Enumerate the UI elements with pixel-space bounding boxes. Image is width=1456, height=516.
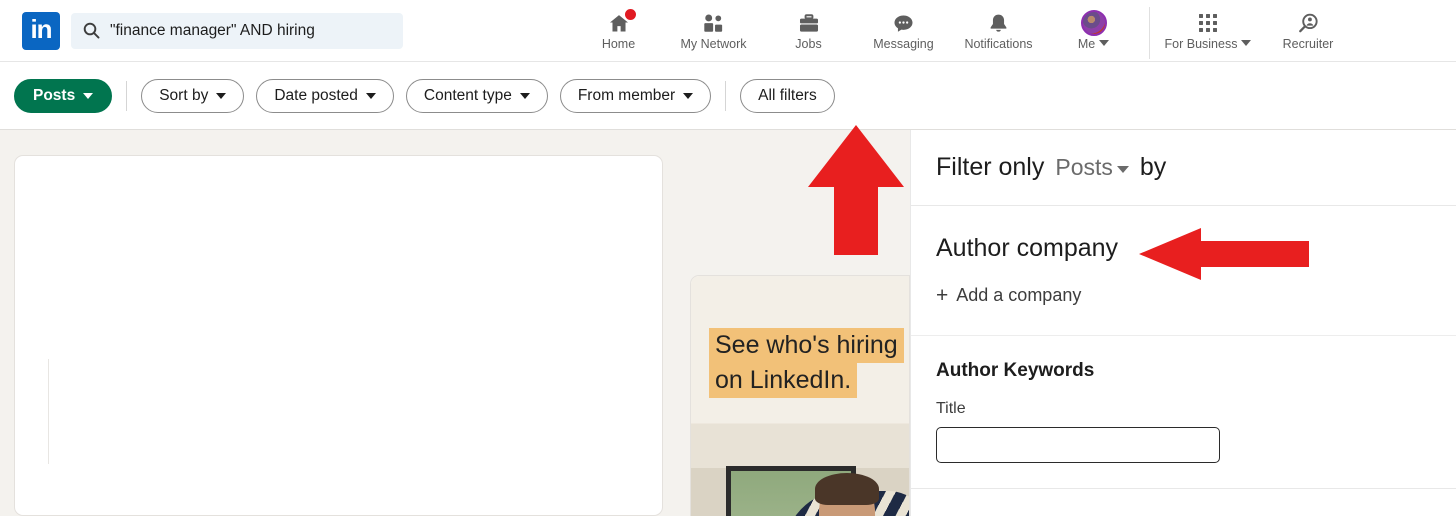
all-filters-panel: Filter only Posts by Author company + Ad… — [910, 130, 1456, 516]
nav-item-label: Home — [601, 37, 636, 51]
section-author-keywords: Author Keywords Title — [911, 336, 1456, 463]
nav-item-label: My Network — [680, 37, 747, 51]
promo-card[interactable]: See who's hiring on LinkedIn. — [690, 275, 910, 516]
nav-item-label: Jobs — [795, 37, 822, 51]
pill-divider — [725, 80, 727, 111]
nav-divider — [1149, 7, 1150, 59]
title-field-label: Title — [936, 400, 966, 417]
filter-pill-all-filters[interactable]: All filters — [740, 78, 835, 113]
search-icon — [83, 22, 100, 39]
feed-thread-line — [48, 359, 49, 464]
search-box[interactable] — [71, 12, 403, 49]
panel-header-suffix: by — [1139, 153, 1167, 181]
chevron-down-icon — [1241, 40, 1252, 46]
filter-pill-bar: Posts Sort by Date posted Content type F… — [0, 62, 1456, 130]
pill-divider — [126, 80, 128, 111]
linkedin-logo[interactable]: in — [22, 11, 60, 50]
search-input[interactable] — [110, 21, 391, 40]
nav-item-notifications[interactable]: Notifications — [951, 0, 1046, 62]
panel-bottom-divider — [911, 488, 1456, 489]
filter-pill-label: From member — [577, 86, 676, 104]
grid-apps-icon — [1197, 10, 1219, 36]
nav-item-me-label: Me — [1077, 37, 1096, 51]
chevron-down-icon — [519, 92, 530, 99]
filter-pill-from-member[interactable]: From member — [559, 78, 712, 113]
home-icon — [607, 7, 638, 36]
filter-pill-sort-by[interactable]: Sort by — [141, 78, 245, 113]
plus-icon: + — [936, 284, 949, 307]
nav-item-my-network[interactable]: My Network — [666, 0, 761, 62]
nav-item-recruiter[interactable]: Recruiter — [1258, 0, 1358, 62]
avatar — [1080, 10, 1107, 36]
chevron-down-icon — [1116, 166, 1129, 173]
nav-item-home[interactable]: Home — [571, 0, 666, 62]
filter-pill-label: All filters — [758, 86, 817, 104]
section-author-company: Author company + Add a company — [911, 206, 1456, 336]
panel-header-prefix: Filter only — [936, 153, 1045, 181]
author-keywords-title: Author Keywords — [936, 360, 1095, 381]
briefcase-icon — [797, 10, 821, 36]
nav-item-label: Messaging — [873, 37, 934, 51]
message-bubble-icon — [891, 10, 916, 36]
panel-header: Filter only Posts by — [911, 130, 1456, 206]
nav-item-for-business[interactable]: For Business — [1158, 0, 1258, 62]
title-input[interactable] — [936, 427, 1220, 463]
nav-item-label: Me — [1077, 37, 1110, 51]
panel-type-dropdown[interactable]: Posts — [1055, 154, 1129, 181]
nav-item-label: Notifications — [964, 37, 1033, 51]
nav-item-messaging[interactable]: Messaging — [856, 0, 951, 62]
for-business-label: For Business — [1164, 37, 1238, 51]
nav-right-items: For Business Recruiter — [1158, 0, 1358, 62]
promo-line-1: See who's hiring — [709, 328, 904, 363]
nav-items: Home My Network Jobs Messaging Notificat… — [571, 0, 1141, 62]
promo-person-hair-decor — [815, 473, 879, 505]
add-a-company-label: Add a company — [956, 285, 1082, 305]
chevron-down-icon — [1099, 40, 1110, 46]
filter-pill-label: Posts — [33, 86, 76, 104]
chevron-down-icon — [216, 92, 227, 99]
author-company-title: Author company — [936, 234, 1119, 262]
filter-pill-content-type[interactable]: Content type — [405, 78, 548, 113]
bell-icon — [987, 10, 1010, 36]
people-icon — [701, 10, 726, 36]
nav-item-label: Recruiter — [1282, 37, 1334, 51]
chevron-down-icon — [365, 92, 376, 99]
promo-text: See who's hiring on LinkedIn. — [709, 328, 909, 398]
global-nav: in Home — [0, 0, 1456, 62]
filter-pill-posts[interactable]: Posts — [14, 78, 113, 113]
avatar-icon — [1080, 10, 1107, 36]
linkedin-search-page: in Home — [0, 0, 1456, 516]
nav-item-me[interactable]: Me — [1046, 0, 1141, 62]
add-a-company-button[interactable]: + Add a company — [936, 285, 1081, 306]
filter-pill-label: Date posted — [274, 86, 358, 104]
feed-result-card[interactable] — [14, 155, 663, 516]
nav-item-label: For Business — [1165, 37, 1252, 51]
panel-type-label: Posts — [1055, 154, 1113, 180]
nav-item-jobs[interactable]: Jobs — [761, 0, 856, 62]
chevron-down-icon — [83, 92, 94, 99]
filter-pill-label: Content type — [423, 86, 512, 104]
filter-pill-label: Sort by — [159, 86, 209, 104]
chevron-down-icon — [683, 92, 694, 99]
filter-pill-date-posted[interactable]: Date posted — [256, 78, 394, 113]
promo-line-2: on LinkedIn. — [709, 363, 858, 398]
recruiter-magnifier-icon — [1297, 10, 1320, 36]
notification-badge — [622, 7, 638, 22]
